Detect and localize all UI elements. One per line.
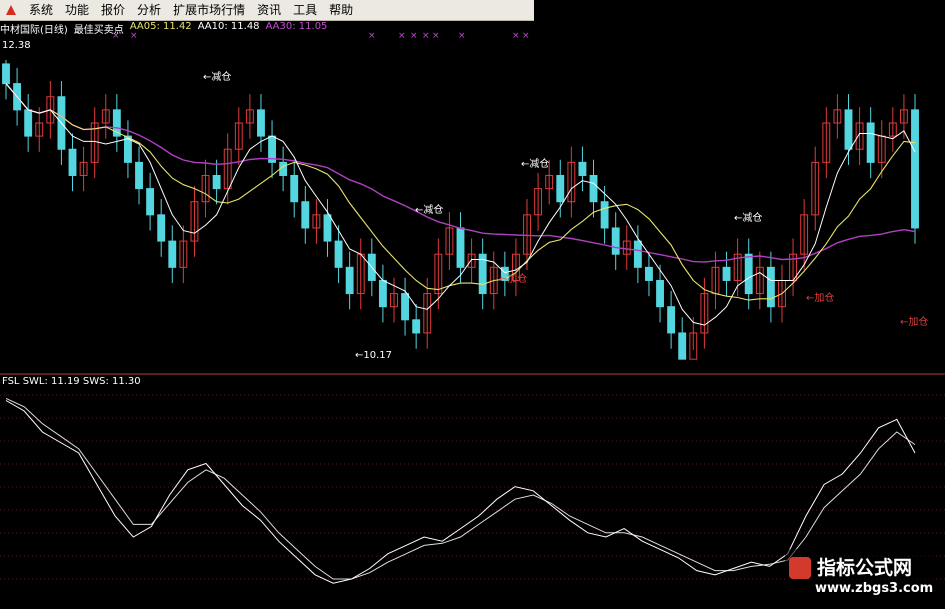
candle-body xyxy=(589,174,598,203)
candle-body xyxy=(645,266,653,281)
aa30-value: AA30: 11.05 xyxy=(265,21,328,32)
signal-marker: × xyxy=(458,31,466,41)
candlestick-series xyxy=(2,60,919,360)
aa05-value: AA05: 11.42 xyxy=(129,21,192,32)
candle-body xyxy=(667,306,676,334)
candle-body xyxy=(766,266,775,308)
candle-body xyxy=(212,174,221,190)
menu-function[interactable]: 功能 xyxy=(59,0,95,20)
watermark: 指标公式网 www.zbgs3.com xyxy=(785,549,935,605)
reduce-label-3: ←减仓 xyxy=(521,159,550,170)
signal-marker: × xyxy=(368,31,376,41)
candle-body xyxy=(345,266,354,295)
candle-body xyxy=(401,293,410,321)
watermark-title: 指标公式网 xyxy=(817,557,913,579)
menu-system[interactable]: 系统 xyxy=(23,0,59,20)
candle-body xyxy=(301,201,310,229)
chart-header: 中材国际(日线) 最佳买卖点 AA05: 11.42 AA10: 11.48 A… xyxy=(0,21,333,36)
candle-body xyxy=(600,201,609,229)
candle-body xyxy=(2,63,10,85)
signal-marker: × xyxy=(398,31,406,41)
aa10-value: AA10: 11.48 xyxy=(197,21,260,32)
candle-body xyxy=(611,227,620,255)
signal-marker: × xyxy=(410,31,418,41)
swl-value: SWL: 11.19 xyxy=(22,376,80,387)
fsl-name: FSL xyxy=(2,376,20,387)
reduce-label-2: ←减仓 xyxy=(415,205,444,216)
menu-info[interactable]: 资讯 xyxy=(251,0,287,20)
add-label-2: ←加仓 xyxy=(806,293,835,304)
candle-body xyxy=(334,240,343,268)
add-label-1: ←加仓 xyxy=(499,274,528,285)
candle-body xyxy=(656,279,664,308)
candle-body xyxy=(744,253,753,295)
candle-body xyxy=(68,148,77,176)
high-price-label: 12.38 xyxy=(2,40,31,51)
signal-marker: × xyxy=(432,31,440,41)
indicator-name: 最佳买卖点 xyxy=(73,25,124,36)
candle-body xyxy=(135,161,143,190)
sws-value: SWS: 11.30 xyxy=(82,376,141,387)
candle-body xyxy=(578,161,587,176)
menu-help[interactable]: 帮助 xyxy=(323,0,359,20)
candle-body xyxy=(157,214,166,242)
candle-body xyxy=(24,109,33,137)
stock-chart: × × × × × × × × × × xyxy=(0,31,945,584)
signal-marker: × xyxy=(422,31,430,41)
reduce-label-1: ←减仓 xyxy=(203,72,232,83)
stock-title: 中材国际(日线) xyxy=(0,25,68,36)
menu-tools[interactable]: 工具 xyxy=(287,0,323,20)
fsl-header: FSL SWL: 11.19 SWS: 11.30 xyxy=(2,376,141,387)
signal-marker: × xyxy=(522,31,530,41)
candle-body xyxy=(290,174,299,203)
signal-marker: × xyxy=(512,31,520,41)
menu-quote[interactable]: 报价 xyxy=(95,0,131,20)
menu-analysis[interactable]: 分析 xyxy=(131,0,167,20)
candle-body xyxy=(456,227,465,268)
candle-body xyxy=(412,319,421,334)
app-logo-icon xyxy=(6,5,16,15)
candle-body xyxy=(633,240,642,268)
low-price-label: ←10.17 xyxy=(355,350,393,361)
candle-body xyxy=(146,188,155,216)
candle-body xyxy=(378,279,387,308)
add-label-3: ←加仓 xyxy=(900,317,929,328)
fsl-indicator-panel xyxy=(5,397,916,584)
candle-body xyxy=(844,109,853,150)
candle-body xyxy=(323,214,332,242)
candle-body xyxy=(866,122,875,163)
reduce-label-4: ←减仓 xyxy=(734,213,763,224)
candle-body xyxy=(257,109,265,137)
candle-body xyxy=(678,332,687,360)
watermark-logo-icon xyxy=(789,557,811,579)
menu-extended-market[interactable]: 扩展市场行情 xyxy=(167,0,251,20)
menu-bar: 系统 功能 报价 分析 扩展市场行情 资讯 工具 帮助 xyxy=(0,0,534,21)
candle-body xyxy=(722,266,731,281)
candle-body xyxy=(911,109,919,229)
candle-body xyxy=(168,240,177,268)
watermark-url: www.zbgs3.com xyxy=(815,581,934,596)
swl-line xyxy=(5,397,916,580)
candle-body xyxy=(556,174,565,203)
